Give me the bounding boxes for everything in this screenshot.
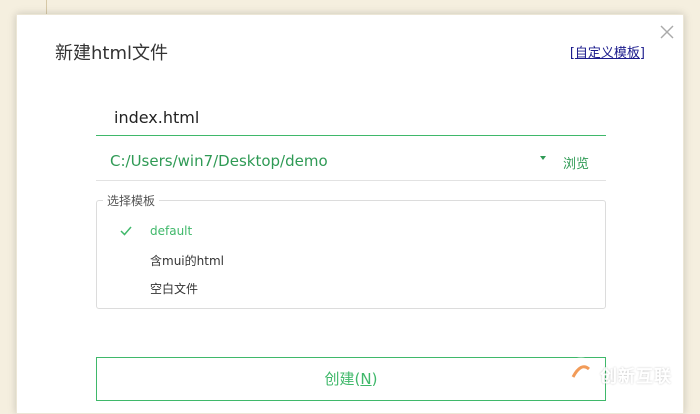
create-button-suffix: ) [371,370,378,388]
watermark-text: 创新互联 [600,367,672,387]
location-row: C:/Users/win7/Desktop/demo 浏览 [96,143,606,181]
custom-template-link[interactable]: [自定义模板] [570,42,645,61]
template-item-label: 含mui的html [150,254,224,268]
template-item-label: 空白文件 [150,282,199,296]
template-item-mui-html[interactable]: 含mui的html [97,247,605,273]
dialog-title: 新建html文件 [55,43,169,64]
custom-template-label[interactable]: 自定义模板 [575,46,640,61]
logo-icon [565,357,597,389]
browse-button[interactable]: 浏览 [563,153,589,172]
template-legend: 选择模板 [103,192,160,209]
background-divider [46,0,47,14]
template-item-blank-file[interactable]: 空白文件 [97,275,605,301]
create-button-label: 创建( [324,370,361,388]
template-group: 选择模板 default 含mui的html 空白文件 [96,192,606,309]
new-html-file-dialog: 新建html文件 [自定义模板] C:/Users/win7/Desktop/d… [16,14,684,414]
template-item-default[interactable]: default [97,219,605,245]
caret-down-icon[interactable] [540,156,546,160]
bracket-close: ] [639,46,645,61]
filename-input[interactable] [96,100,606,136]
create-button-mnemonic: N [360,370,372,388]
check-icon [120,226,132,236]
close-icon[interactable] [658,23,676,41]
watermark: 创新互联 [562,356,696,390]
create-button[interactable]: 创建(N) [96,357,606,401]
location-path[interactable]: C:/Users/win7/Desktop/demo [110,152,328,170]
template-item-label: default [150,224,193,238]
